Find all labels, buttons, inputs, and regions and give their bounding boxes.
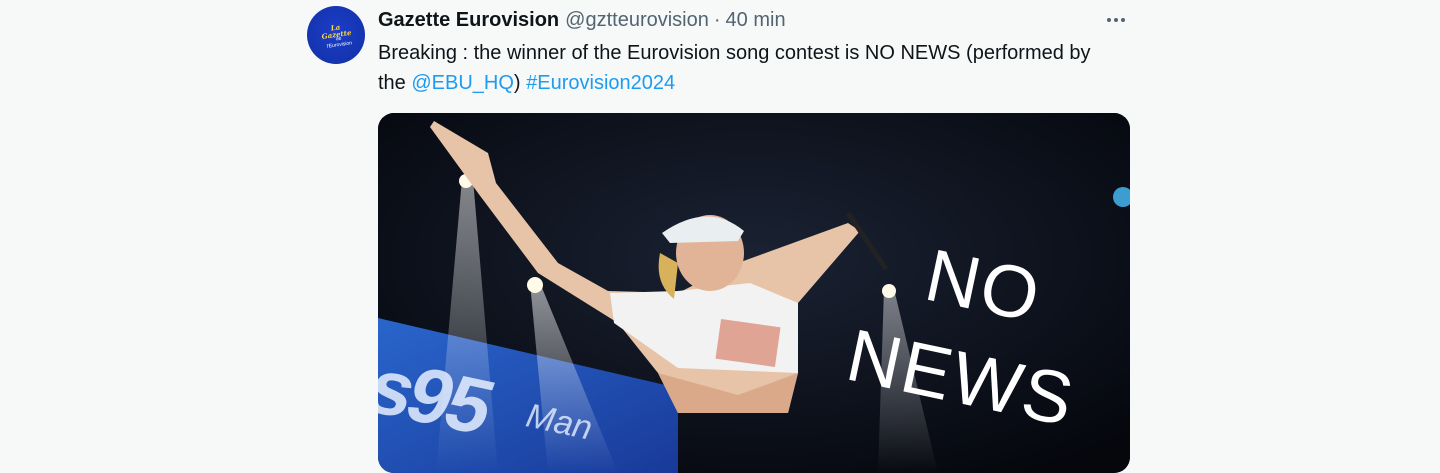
tweet[interactable]: La Gazette de l'Eurovision Gazette Eurov… bbox=[0, 0, 1440, 473]
tweet-media-image[interactable]: s95 Man NO NEWS bbox=[378, 113, 1130, 473]
avatar-logo-subtext: de l'Eurovision bbox=[326, 35, 353, 50]
more-horizontal-icon bbox=[1107, 18, 1125, 22]
timestamp[interactable]: 40 min bbox=[726, 9, 786, 32]
more-options-button[interactable] bbox=[1100, 8, 1132, 32]
mention-link[interactable]: @EBU_HQ bbox=[411, 72, 514, 94]
tweet-text-body-end: ) bbox=[513, 72, 527, 94]
hashtag-link[interactable]: #Eurovision2024 bbox=[526, 72, 675, 94]
tweet-text: Breaking : the winner of the Eurovision … bbox=[378, 38, 1118, 98]
display-name[interactable]: Gazette Eurovision bbox=[378, 9, 559, 32]
tweet-header: Gazette Eurovision @gztteurovision · 40 … bbox=[378, 8, 786, 32]
avatar[interactable]: La Gazette de l'Eurovision bbox=[307, 6, 365, 64]
user-handle[interactable]: @gztteurovision bbox=[565, 9, 709, 32]
separator-dot: · bbox=[713, 8, 721, 31]
